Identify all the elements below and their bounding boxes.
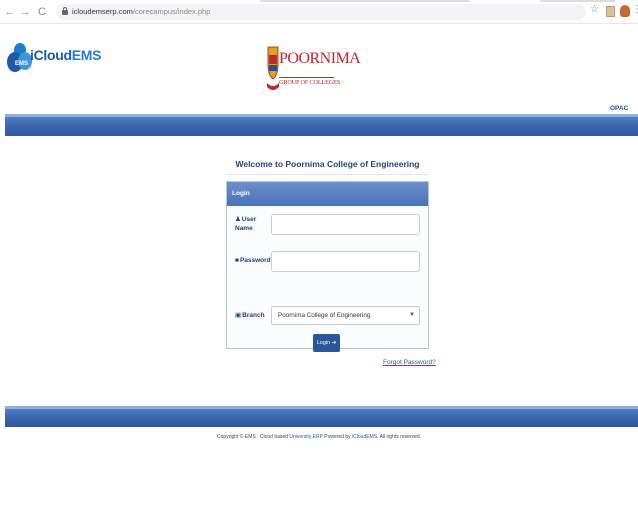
user-icon: ♟ (235, 216, 241, 223)
branch-select[interactable]: Poornima College of Engineering ▼ (271, 306, 420, 325)
rights-text: . All rights reserved. (377, 434, 421, 440)
browser-menu-icon[interactable]: ⋮ (632, 4, 638, 15)
extension-icon[interactable] (606, 6, 615, 17)
lock-icon (62, 7, 68, 15)
ems-badge-text: EMS (15, 61, 28, 67)
icloudems-link[interactable]: iCloudEMS (352, 434, 377, 440)
tab-strip-edge (540, 0, 615, 2)
footer-bar (5, 406, 638, 427)
branch-select-value: Poornima College of Engineering (278, 312, 371, 319)
password-label-text: Password (239, 257, 271, 264)
url-path: /corecampus/index.php (132, 7, 211, 16)
icloudems-brand[interactable]: iCloudEMS (30, 47, 102, 63)
copyright-prefix: Copyright © EMS : Cloud based (217, 434, 290, 440)
welcome-heading: Welcome to Poornima College of Engineeri… (235, 159, 420, 169)
university-erp-link[interactable]: University ERP (289, 434, 323, 440)
opac-link[interactable]: OPAC (610, 105, 628, 112)
login-button[interactable]: Login ➔ (313, 334, 340, 352)
college-logo-rule (279, 77, 334, 78)
password-input[interactable] (271, 251, 420, 272)
address-bar[interactable]: icloudemserp.com/corecampus/index.php (56, 4, 586, 20)
forgot-password-link[interactable]: Forgot Password? (383, 359, 436, 366)
tab-strip-edge (260, 0, 470, 2)
url-text[interactable]: icloudemserp.com/corecampus/index.php (72, 6, 210, 18)
bookmark-star-icon[interactable]: ☆ (590, 4, 599, 15)
back-icon[interactable]: ← (4, 5, 16, 19)
college-logo-subtitle: GROUP OF COLLEGES (279, 79, 341, 86)
username-input[interactable] (271, 214, 420, 235)
profile-avatar-icon[interactable] (620, 5, 630, 17)
powered-by-text: Powered by (322, 434, 353, 440)
forward-icon[interactable]: → (19, 5, 31, 19)
footer-copyright: Copyright © EMS : Cloud based University… (0, 434, 638, 440)
password-label: ■Password (235, 256, 271, 265)
branch-icon: ▣ (235, 312, 242, 319)
reload-icon[interactable]: C (36, 5, 48, 19)
login-panel-title: Login (227, 182, 428, 206)
username-label: ♟User Name (235, 215, 269, 233)
branch-label: ▣Branch (235, 311, 269, 320)
browser-toolbar: ← → C icloudemserp.com/corecampus/index.… (0, 0, 638, 24)
welcome-divider (226, 174, 429, 175)
brand-prefix: iCloud (30, 47, 72, 63)
url-host: icloudemserp.com (72, 7, 133, 16)
brand-suffix: EMS (71, 47, 102, 63)
branch-label-text: Branch (242, 312, 265, 319)
header-bar (5, 114, 638, 136)
login-panel-body: ♟User Name ■Password ▣Branch Poornima Co… (227, 206, 428, 352)
chevron-down-icon: ▼ (409, 312, 415, 318)
login-panel: Login ♟User Name ■Password ▣Branch Poorn… (226, 181, 429, 352)
lock-icon: ■ (235, 257, 239, 264)
college-logo-name: POORNIMA (279, 50, 361, 67)
